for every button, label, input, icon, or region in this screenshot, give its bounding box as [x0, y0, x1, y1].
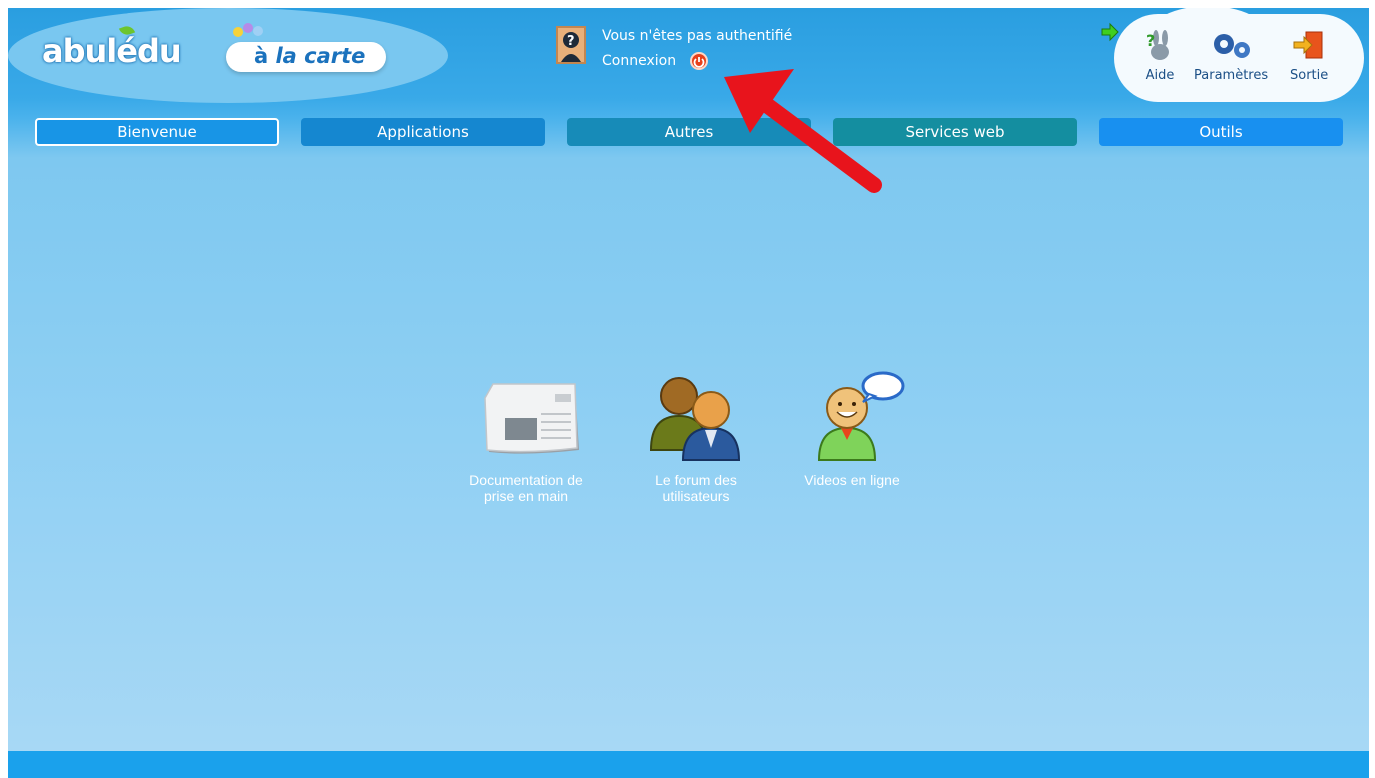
unknown-user-avatar: ? [556, 26, 586, 64]
newspaper-icon [471, 368, 581, 464]
app-label-line1: Videos en ligne [804, 472, 900, 488]
app-label-line2: utilisateurs [662, 488, 730, 504]
tab-applications[interactable]: Applications [301, 118, 545, 146]
app-videos[interactable]: Videos en ligne [772, 368, 932, 488]
page-frame: abulédu à la carte ? Vous n'êtes pas aut… [8, 8, 1369, 778]
users-icon [641, 368, 751, 464]
a-la-carte-label: la carte [275, 44, 366, 68]
authentication-status: Vous n'êtes pas authentifié [602, 28, 793, 44]
login-link[interactable]: Connexion [602, 53, 676, 69]
help-button[interactable]: ? Aide [1142, 30, 1178, 83]
svg-text:?: ? [1146, 31, 1155, 50]
app-label-line1: Le forum des [655, 472, 737, 488]
abuledu-logo[interactable]: abulédu [42, 32, 182, 70]
power-icon[interactable] [690, 52, 708, 70]
gears-icon [1214, 34, 1251, 58]
settings-label: Paramètres [1194, 68, 1269, 83]
exit-button[interactable]: Sortie [1290, 30, 1328, 83]
app-label-line1: Documentation de [469, 472, 583, 488]
tab-outils[interactable]: Outils [1099, 118, 1343, 146]
app-forum[interactable]: Le forum des utilisateurs [616, 368, 776, 504]
exit-label: Sortie [1290, 68, 1329, 83]
app-documentation[interactable]: Documentation de prise en main [446, 368, 606, 504]
help-rabbit-icon: ? [1146, 30, 1169, 60]
a-la-carte-prefix: à [254, 44, 269, 68]
tab-bienvenue[interactable]: Bienvenue [35, 118, 279, 146]
exit-door-icon [1293, 31, 1323, 59]
green-arrow-icon[interactable] [1100, 22, 1120, 42]
footer-bar [8, 751, 1369, 778]
svg-text:?: ? [567, 34, 575, 49]
red-annotation-arrow [724, 69, 882, 193]
help-label: Aide [1145, 68, 1175, 83]
a-la-carte-title: à la carte [254, 44, 365, 68]
user-chat-icon [797, 368, 907, 464]
main-navigation: Bienvenue Applications Autres Services w… [35, 118, 1345, 148]
app-label-line2: prise en main [483, 488, 569, 504]
settings-button[interactable]: Paramètres [1194, 30, 1268, 83]
